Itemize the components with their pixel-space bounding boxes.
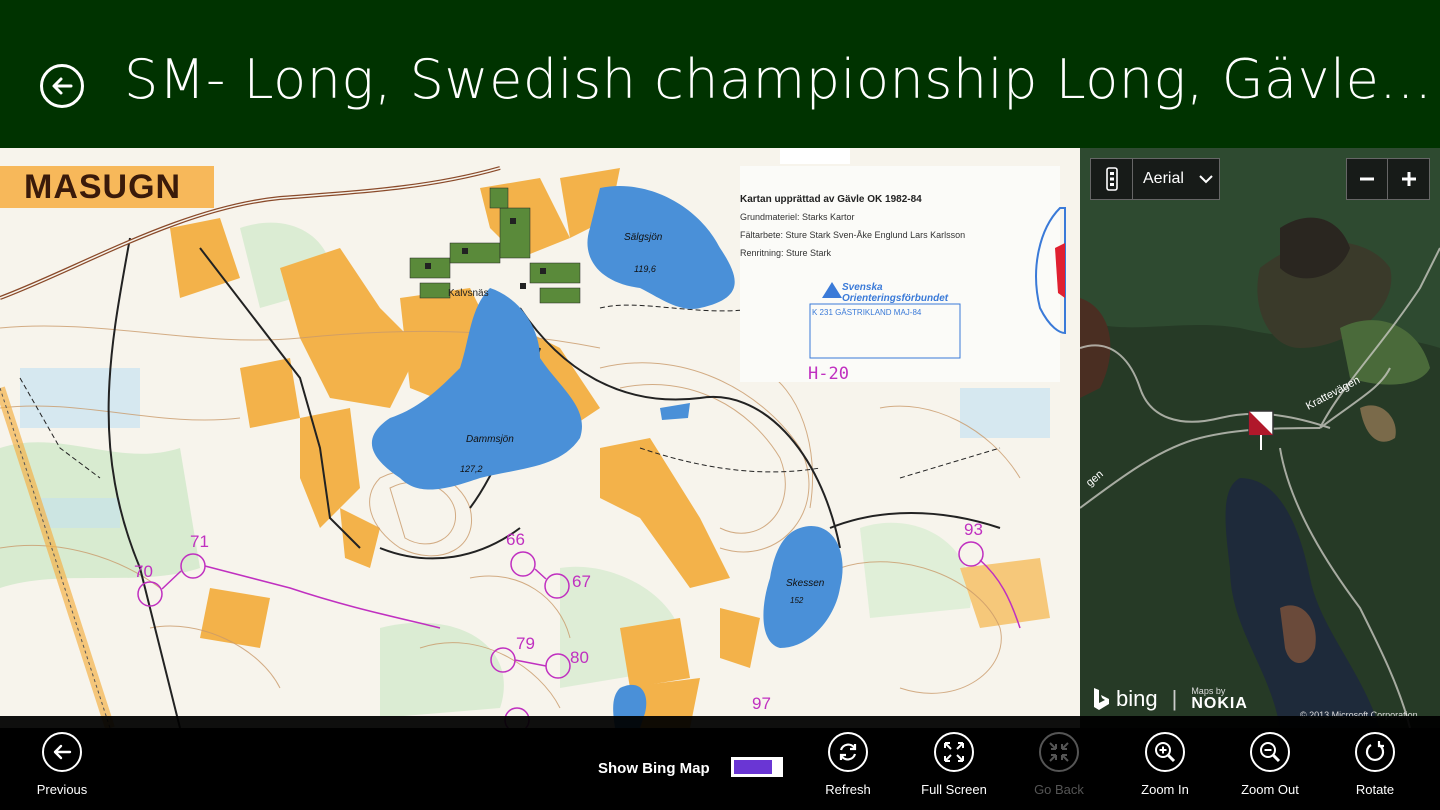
control-number: 66 — [506, 530, 525, 549]
lake-label: Dammsjön — [466, 434, 514, 445]
arrow-left-icon — [42, 732, 82, 772]
map-info-line4: Renritning: Sture Stark — [740, 248, 832, 258]
map-permit: K 231 GÄSTRIKLAND MAJ-84 — [812, 308, 922, 317]
zoom-in-button[interactable]: Zoom In — [1115, 732, 1215, 797]
back-button[interactable] — [40, 64, 84, 108]
map-layers-icon — [1091, 159, 1133, 199]
lake-elevation: 127,2 — [460, 464, 483, 474]
zoom-out-icon — [1250, 732, 1290, 772]
plus-icon — [1401, 172, 1416, 186]
bing-b-icon — [1094, 688, 1109, 710]
refresh-icon — [828, 732, 868, 772]
bing-wordmark: bing — [1116, 686, 1158, 711]
map-federation: Svenska Orienteringsförbundet — [842, 282, 949, 304]
expand-icon — [934, 732, 974, 772]
toggle-fill — [734, 760, 772, 774]
map-info-line2: Grundmateriel: Starks Kartor — [740, 212, 855, 222]
control-number: 67 — [572, 572, 591, 591]
map-info-line3: Fältarbete: Sture Stark Sven-Åke Englund… — [740, 230, 966, 240]
chevron-down-icon — [1193, 174, 1219, 184]
map-class-code: H-20 — [808, 364, 849, 384]
show-bing-map-label: Show Bing Map — [598, 760, 710, 777]
refresh-button[interactable]: Refresh — [798, 732, 898, 797]
map-info-line1: Kartan upprättad av Gävle OK 1982-84 — [740, 194, 922, 205]
logo-separator: | — [1171, 686, 1178, 711]
lake-elevation: 152 — [790, 596, 804, 605]
map-style-label: Aerial — [1143, 170, 1184, 187]
control-number: 70 — [134, 562, 153, 581]
map-pin[interactable] — [1248, 410, 1274, 450]
rotate-button[interactable]: Rotate — [1325, 732, 1425, 797]
app-bar: Previous Show Bing Map Refresh Full Scre… — [0, 716, 1440, 810]
full-screen-label: Full Screen — [921, 782, 987, 797]
arrow-left-icon — [52, 77, 73, 95]
previous-button[interactable]: Previous — [12, 732, 112, 797]
control-number: 97 — [752, 694, 771, 713]
orienteering-map-image[interactable]: MASUGN Kartan upprättad av Gävle OK 1982… — [0, 148, 1080, 728]
lake-elevation: 119,6 — [634, 264, 656, 274]
go-back-button[interactable]: Go Back — [1009, 732, 1109, 797]
refresh-label: Refresh — [825, 782, 871, 797]
bing-logo: bing | Maps by NOKIA — [1092, 686, 1248, 712]
show-bing-map-toggle[interactable] — [731, 757, 783, 777]
collapse-icon — [1039, 732, 1079, 772]
zoom-out-button[interactable]: Zoom Out — [1220, 732, 1320, 797]
control-number: 80 — [570, 648, 589, 667]
flag-marker-icon — [1248, 410, 1274, 450]
previous-label: Previous — [36, 782, 88, 797]
page-title: SM- Long, Swedish championship Long, Gäv… — [124, 48, 1433, 111]
map-style-select[interactable]: Aerial — [1090, 158, 1220, 200]
control-number: 71 — [190, 532, 209, 551]
go-back-label: Go Back — [1034, 782, 1084, 797]
lake-label: Sälgsjön — [624, 232, 663, 243]
control-number: 79 — [516, 634, 535, 653]
rotate-label: Rotate — [1355, 782, 1395, 797]
zoom-in-icon — [1145, 732, 1185, 772]
map-place-name: MASUGN — [24, 168, 182, 206]
map-village-name: Kalvsnäs — [448, 288, 489, 299]
zoom-out-label: Zoom Out — [1241, 782, 1299, 797]
app-header: SM- Long, Swedish championship Long, Gäv… — [0, 0, 1440, 148]
map-zoom-in-button[interactable] — [1388, 158, 1430, 200]
rotate-icon — [1355, 732, 1395, 772]
nokia-logo: Maps by NOKIA — [1191, 686, 1248, 712]
minus-icon — [1360, 177, 1374, 181]
lake-label: Skessen — [786, 578, 825, 589]
full-screen-button[interactable]: Full Screen — [904, 732, 1004, 797]
control-number: 93 — [964, 520, 983, 539]
nokia-wordmark: NOKIA — [1191, 694, 1248, 712]
map-zoom-out-button[interactable] — [1346, 158, 1388, 200]
zoom-in-label: Zoom In — [1141, 782, 1189, 797]
bing-map-panel[interactable]: Krattevägen gen Aerial bing | Maps by NO… — [1080, 148, 1440, 728]
